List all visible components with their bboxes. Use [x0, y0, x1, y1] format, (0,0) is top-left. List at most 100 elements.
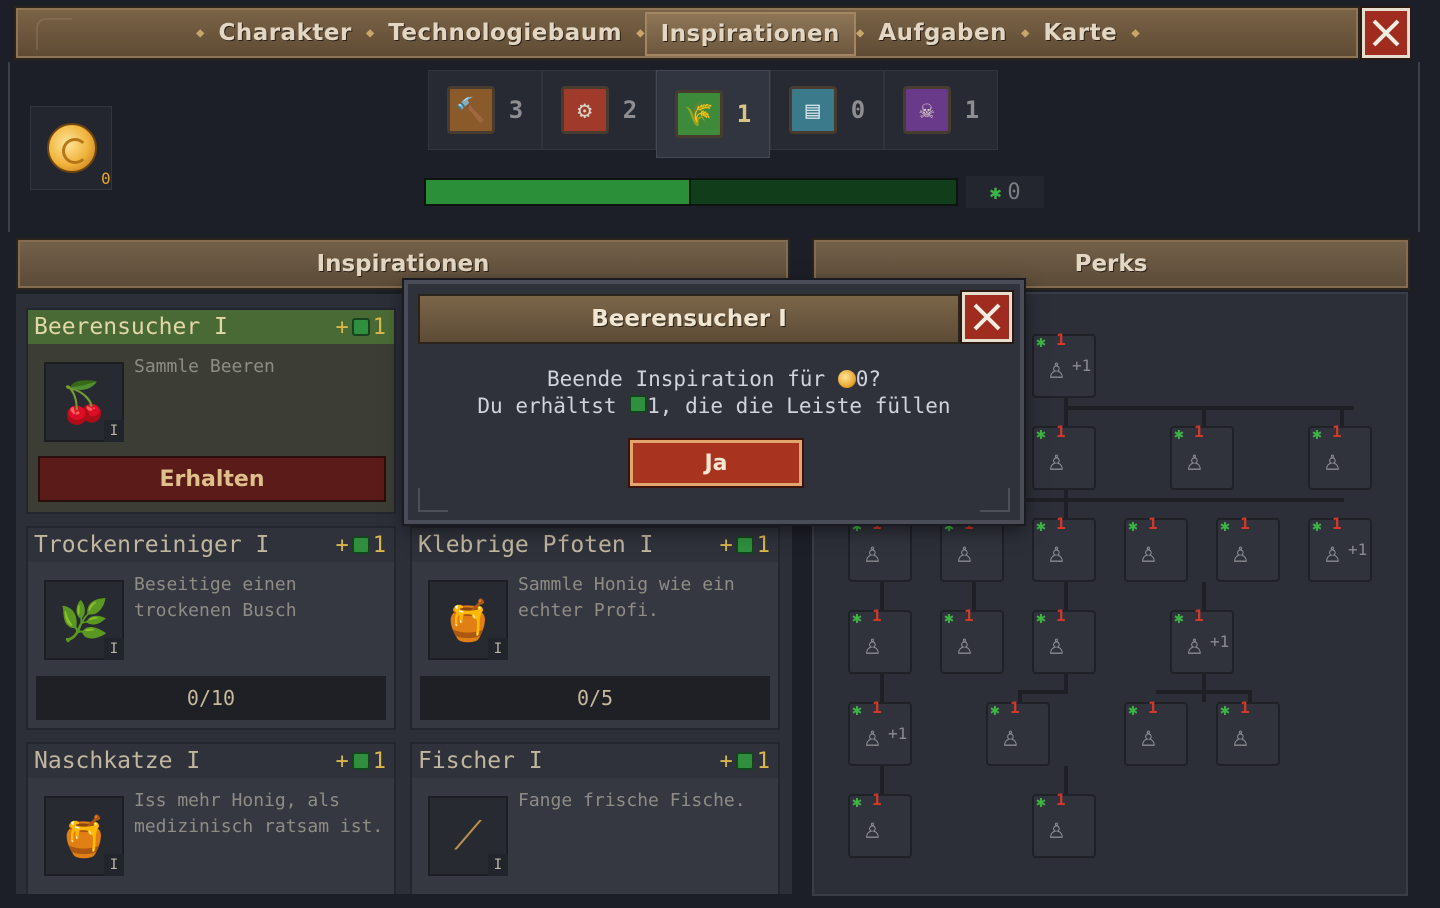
book-icon: ▤ [788, 86, 837, 134]
category-wheat[interactable]: 🌾 1 [656, 70, 770, 158]
perk-cost: 1 [1240, 514, 1250, 533]
reward-value: 1 [372, 748, 386, 774]
perk-node[interactable]: ✱1♙ [848, 514, 912, 582]
star-icon: ✱ [1036, 424, 1046, 443]
tier-badge: I [104, 638, 124, 660]
perk-cost: 1 [1332, 422, 1342, 441]
category-count: 1 [964, 96, 980, 124]
honey-pot-icon: 🍯 I [44, 796, 124, 876]
perk-connector [1018, 690, 1068, 694]
card-title: Beerensucher I [34, 314, 228, 340]
perk-cost: 1 [1056, 422, 1066, 441]
perk-node[interactable]: ✱1♙ [1216, 698, 1280, 766]
perk-icon: ♙ [1140, 536, 1157, 569]
perk-node[interactable]: ✱1♙ [1170, 422, 1234, 490]
star-icon: ✱ [852, 792, 862, 811]
perk-icon: ♙ [1232, 536, 1249, 569]
category-book[interactable]: ▤ 0 [770, 70, 884, 150]
perk-node[interactable]: ✱1♙ [1124, 514, 1188, 582]
perk-node[interactable]: ✱1♙ [1124, 698, 1188, 766]
fishing-rod-icon: ⟋ I [428, 796, 508, 876]
perk-node[interactable]: ✱ 1 ♙ +1 [1308, 514, 1372, 582]
perk-node[interactable]: ✱ 1 ♙ +1 [848, 698, 912, 766]
top-tab-bar: ◆ Charakter ◆ Technologiebaum ◆ Inspirat… [14, 6, 1360, 60]
inspiration-card-naschkatze[interactable]: Naschkatze I +1 🍯 I Iss mehr Honig, als m… [26, 742, 396, 894]
perk-icon: ♙ [1186, 444, 1203, 477]
card-title: Fischer I [418, 748, 543, 774]
tab-inspirationen[interactable]: Inspirationen [644, 12, 856, 56]
tab-karte[interactable]: Karte [1029, 11, 1131, 55]
dialog-text: Beende Inspiration für [546, 367, 826, 391]
inspiration-progress-bar [424, 178, 958, 206]
card-header: Fischer I +1 [412, 744, 778, 778]
card-reward: +1 [335, 532, 387, 558]
perk-node[interactable]: ✱1♙ [986, 698, 1050, 766]
close-window-button[interactable] [1362, 8, 1410, 58]
tab-aufgaben[interactable]: Aufgaben [864, 11, 1021, 55]
perk-icon: ♙ [864, 812, 881, 845]
tab-technologiebaum[interactable]: Technologiebaum [374, 11, 636, 55]
star-icon: ✱ [1220, 516, 1230, 535]
category-gear[interactable]: ⚙ 2 [542, 70, 656, 150]
perk-icon: ♙ [1048, 536, 1065, 569]
star-icon: ✱ [1174, 424, 1184, 443]
perk-cost: 1 [1056, 330, 1066, 349]
inspiration-point-icon [735, 536, 754, 554]
perk-icon: ♙ [1186, 628, 1203, 661]
perk-cost: 1 [872, 790, 882, 809]
card-title: Naschkatze I [34, 748, 201, 774]
tab-charakter[interactable]: Charakter [204, 11, 365, 55]
perk-icon: ♙ [956, 536, 973, 569]
card-header: Beerensucher I +1 [28, 310, 394, 344]
star-icon: ✱ [1036, 792, 1046, 811]
card-header: Klebrige Pfoten I +1 [412, 528, 778, 562]
perk-node[interactable]: ✱1♙ [848, 606, 912, 674]
perk-icon: ♙ [1232, 720, 1249, 753]
perk-node[interactable]: ✱ 1 ♙ [1216, 514, 1280, 582]
card-reward: +1 [335, 748, 387, 774]
claim-button[interactable]: Erhalten [38, 456, 386, 502]
perk-cost: 1 [1056, 606, 1066, 625]
inspiration-card-beerensucher[interactable]: Beerensucher I +1 🍒 I Sammle Beeren Erhal… [26, 308, 396, 514]
perk-node[interactable]: ✱ 1 ♙ +1 [1032, 330, 1096, 398]
card-progress: 0/10 [36, 676, 386, 720]
inspiration-card-klebrige-pfoten[interactable]: Klebrige Pfoten I +1 🍯 I Sammle Honig wie… [410, 526, 780, 730]
star-icon: ✱ [1174, 608, 1184, 627]
inspiration-card-trockenreiniger[interactable]: Trockenreiniger I +1 🌿 I Beseitige einen … [26, 526, 396, 730]
card-description: Beseitige einen trockenen Busch [134, 574, 297, 621]
card-progress: 0/5 [420, 676, 770, 720]
perk-icon: ♙ [1048, 628, 1065, 661]
perk-node[interactable]: ✱1♙ [1032, 606, 1096, 674]
inspiration-point-icon [351, 318, 370, 336]
diamond-separator-icon: ◆ [636, 25, 645, 41]
currency-count: 0 [101, 169, 111, 188]
perk-bonus: +1 [888, 724, 908, 743]
perk-node[interactable]: ✱1♙ [940, 514, 1004, 582]
diamond-separator-icon: ◆ [365, 25, 375, 41]
perk-node[interactable]: ✱1♙ [1032, 514, 1096, 582]
perk-node[interactable]: ✱ 1 ♙ [848, 790, 912, 858]
star-icon: ✱ [1036, 516, 1046, 535]
perk-node[interactable]: ✱1♙ [1308, 422, 1372, 490]
perk-node[interactable]: ✱1♙ [1032, 422, 1096, 490]
inspiration-point-icon [735, 752, 754, 770]
star-icon: ✱ [1312, 424, 1322, 443]
category-hammer[interactable]: 🔨 3 [428, 70, 542, 150]
dialog-close-button[interactable] [962, 292, 1012, 342]
confirm-button[interactable]: Ja [630, 440, 802, 486]
perk-node[interactable]: ✱1♙ [1032, 790, 1096, 858]
dialog-title: Beerensucher I [418, 294, 960, 344]
perk-node[interactable]: ✱1♙ [940, 606, 1004, 674]
card-description: Fange frische Fische. [518, 790, 746, 811]
star-icon: ✱ [990, 700, 1000, 719]
perk-icon: ♙ [864, 628, 881, 661]
category-skull[interactable]: ☠ 1 [884, 70, 998, 150]
inspiration-point-icon [629, 395, 648, 413]
honey-icon: 🍯 I [428, 580, 508, 660]
star-icon: ✱ [1036, 332, 1046, 351]
perk-node[interactable]: ✱ 1 ♙ +1 [1170, 606, 1234, 674]
inspiration-card-fischer[interactable]: Fischer I +1 ⟋ I Fange frische Fische. [410, 742, 780, 894]
bush-icon: 🌿 I [44, 580, 124, 660]
dialog-message: Beende Inspiration für 0? Du erhältst 1,… [408, 366, 1020, 420]
gold-coin-icon [837, 370, 856, 388]
